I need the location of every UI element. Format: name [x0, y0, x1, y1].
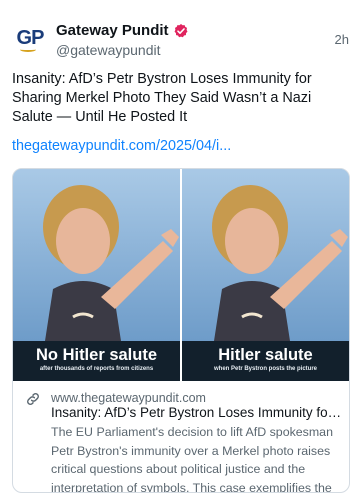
caption-left-main: No Hitler salute [35, 346, 158, 364]
link-preview-card[interactable]: No Hitler salute after thousands of repo… [12, 168, 350, 493]
avatar[interactable]: GP [12, 20, 48, 56]
author-names: Gateway Pundit @gatewaypundit [56, 22, 189, 58]
caption-right-sub: when Petr Bystron posts the picture [213, 366, 318, 372]
post-link[interactable]: thegatewaypundit.com/2025/04/i... [12, 138, 231, 154]
display-name[interactable]: Gateway Pundit [56, 22, 169, 39]
merkel-photo-right [182, 169, 349, 341]
card-domain: www.thegatewaypundit.com [51, 391, 206, 405]
caption-left-sub: after thousands of reports from citizens [39, 366, 154, 372]
name-row: Gateway Pundit [56, 22, 189, 39]
post[interactable]: GP Gateway Pundit @gatewaypundit 2h Insa… [0, 0, 363, 500]
card-image[interactable]: No Hitler salute after thousands of repo… [13, 169, 349, 381]
post-time[interactable]: 2h [335, 32, 349, 47]
verified-badge-icon [174, 23, 187, 37]
post-text: Insanity: AfD’s Petr Bystron Loses Immun… [12, 71, 312, 125]
image-panel-left: No Hitler salute after thousands of repo… [13, 169, 180, 381]
card-title[interactable]: Insanity: AfD’s Petr Bystron Loses Immun… [51, 405, 343, 420]
handle[interactable]: @gatewaypundit [56, 42, 189, 58]
caption-right: Hitler salute when Petr Bystron posts th… [182, 341, 349, 381]
card-description: The EU Parliament's decision to lift AfD… [51, 425, 333, 493]
avatar-swoosh [20, 47, 36, 52]
caption-left: No Hitler salute after thousands of repo… [13, 341, 180, 381]
post-header: GP Gateway Pundit @gatewaypundit 2h [12, 20, 351, 64]
image-panel-right: Hitler salute when Petr Bystron posts th… [182, 169, 349, 381]
merkel-photo-left [13, 169, 180, 341]
caption-right-main: Hitler salute [218, 346, 313, 364]
link-icon [27, 393, 39, 405]
